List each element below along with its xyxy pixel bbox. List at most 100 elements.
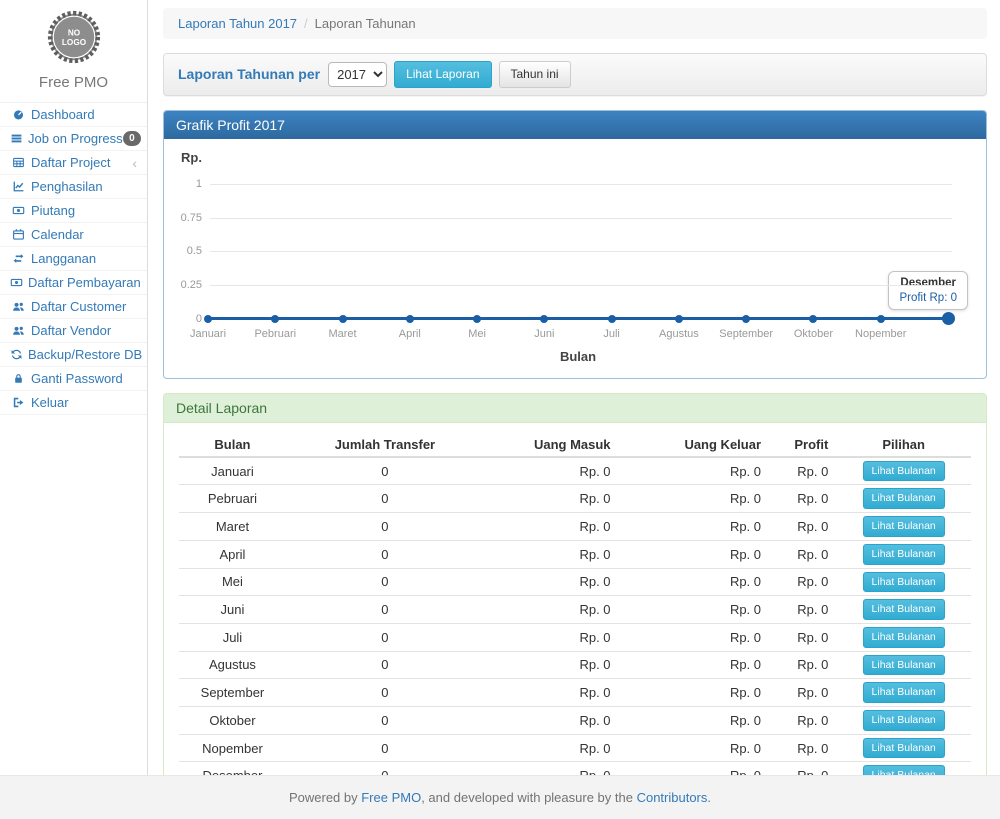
sidebar-item-daftar-vendor[interactable]: Daftar Vendor xyxy=(0,319,147,343)
cell-pilihan: Lihat Bulanan xyxy=(836,485,971,513)
users-icon xyxy=(10,300,26,313)
lock-icon xyxy=(10,372,26,385)
chart-point-april[interactable] xyxy=(406,315,414,323)
cell-pilihan: Lihat Bulanan xyxy=(836,706,971,734)
header-pilihan: Pilihan xyxy=(836,433,971,457)
lihat-bulanan-button[interactable]: Lihat Bulanan xyxy=(863,488,945,509)
sidebar-menu: Dashboard Job on Progress0Daftar Project‹… xyxy=(0,102,147,415)
cell-uang-keluar: Rp. 0 xyxy=(619,596,769,624)
lihat-bulanan-button[interactable]: Lihat Bulanan xyxy=(863,599,945,620)
detail-panel-title: Detail Laporan xyxy=(164,394,986,423)
sidebar-item-keluar[interactable]: Keluar xyxy=(0,391,147,415)
lihat-bulanan-button[interactable]: Lihat Bulanan xyxy=(863,655,945,676)
sidebar-item-daftar-pembayaran[interactable]: Daftar Pembayaran xyxy=(0,271,147,295)
cell-bulan: September xyxy=(179,679,286,707)
app-logo: NO LOGO xyxy=(0,0,147,69)
cell-pilihan: Lihat Bulanan xyxy=(836,457,971,485)
cell-pilihan: Lihat Bulanan xyxy=(836,762,971,775)
year-select[interactable]: 2017 xyxy=(328,62,387,87)
chart-point-maret[interactable] xyxy=(339,315,347,323)
cell-pilihan: Lihat Bulanan xyxy=(836,596,971,624)
chart-point-oktober[interactable] xyxy=(809,315,817,323)
lihat-laporan-button[interactable]: Lihat Laporan xyxy=(394,61,491,88)
sidebar-item-label: Daftar Pembayaran xyxy=(28,275,141,291)
cell-profit: Rp. 0 xyxy=(769,706,836,734)
cell-uang-masuk: Rp. 0 xyxy=(484,623,619,651)
chart-tooltip: Desember Profit Rp: 0 xyxy=(888,271,968,310)
chart-point-agustus[interactable] xyxy=(675,315,683,323)
cell-bulan: Agustus xyxy=(179,651,286,679)
cell-profit: Rp. 0 xyxy=(769,679,836,707)
lihat-bulanan-button[interactable]: Lihat Bulanan xyxy=(863,682,945,703)
breadcrumb-link-laporan-tahun[interactable]: Laporan Tahun 2017 xyxy=(178,16,297,31)
svg-text:NO: NO xyxy=(67,29,80,38)
table-row: Pebruari0Rp. 0Rp. 0Rp. 0Lihat Bulanan xyxy=(179,485,971,513)
cell-jumlah-transfer: 0 xyxy=(286,623,484,651)
sidebar-item-penghasilan[interactable]: Penghasilan xyxy=(0,175,147,199)
cell-uang-masuk: Rp. 0 xyxy=(484,513,619,541)
cell-uang-masuk: Rp. 0 xyxy=(484,679,619,707)
free-pmo-link[interactable]: Free PMO xyxy=(361,790,421,805)
y-tick-label: 1 xyxy=(164,178,202,190)
y-tick-label: 0.25 xyxy=(164,279,202,291)
sidebar-item-job-on-progress[interactable]: Job on Progress0 xyxy=(0,127,147,151)
sidebar-item-calendar[interactable]: Calendar xyxy=(0,223,147,247)
chart-point-juli[interactable] xyxy=(608,315,616,323)
cell-bulan: Mei xyxy=(179,568,286,596)
sidebar-item-daftar-customer[interactable]: Daftar Customer xyxy=(0,295,147,319)
table-row: Januari0Rp. 0Rp. 0Rp. 0Lihat Bulanan xyxy=(179,457,971,485)
sidebar-item-ganti-password[interactable]: Ganti Password xyxy=(0,367,147,391)
tahun-ini-button[interactable]: Tahun ini xyxy=(499,61,571,88)
sidebar-item-label: Penghasilan xyxy=(31,179,103,195)
sidebar-item-langganan[interactable]: Langganan xyxy=(0,247,147,271)
chart-point-juni[interactable] xyxy=(540,315,548,323)
sidebar-item-label: Daftar Customer xyxy=(31,299,126,315)
cell-jumlah-transfer: 0 xyxy=(286,679,484,707)
main-content: Laporan Tahun 2017/Laporan Tahunan Lapor… xyxy=(148,0,1000,775)
sidebar-item-label: Job on Progress xyxy=(28,131,123,147)
cell-pilihan: Lihat Bulanan xyxy=(836,513,971,541)
cell-bulan: Maret xyxy=(179,513,286,541)
sidebar-item-dashboard[interactable]: Dashboard xyxy=(0,103,147,127)
lihat-bulanan-button[interactable]: Lihat Bulanan xyxy=(863,544,945,565)
cell-jumlah-transfer: 0 xyxy=(286,540,484,568)
refresh-icon xyxy=(10,348,23,361)
lihat-bulanan-button[interactable]: Lihat Bulanan xyxy=(863,710,945,731)
sidebar-item-label: Piutang xyxy=(31,203,75,219)
chart-point-september[interactable] xyxy=(742,315,750,323)
chart-point-mei[interactable] xyxy=(473,315,481,323)
chart-gridline xyxy=(210,251,952,252)
dashboard-icon xyxy=(10,108,26,121)
table-row: Oktober0Rp. 0Rp. 0Rp. 0Lihat Bulanan xyxy=(179,706,971,734)
lihat-bulanan-button[interactable]: Lihat Bulanan xyxy=(863,738,945,759)
detail-report-panel: Detail Laporan Bulan Jumlah Transfer Uan… xyxy=(163,393,987,775)
cell-profit: Rp. 0 xyxy=(769,485,836,513)
sidebar-item-label: Dashboard xyxy=(31,107,95,123)
cell-uang-keluar: Rp. 0 xyxy=(619,651,769,679)
cell-bulan: Oktober xyxy=(179,706,286,734)
cell-uang-masuk: Rp. 0 xyxy=(484,457,619,485)
cell-uang-keluar: Rp. 0 xyxy=(619,762,769,775)
lihat-bulanan-button[interactable]: Lihat Bulanan xyxy=(863,461,945,482)
lihat-bulanan-button[interactable]: Lihat Bulanan xyxy=(863,627,945,648)
header-jumlah-transfer: Jumlah Transfer xyxy=(286,433,484,457)
cell-pilihan: Lihat Bulanan xyxy=(836,623,971,651)
chart-point-januari[interactable] xyxy=(204,315,212,323)
cell-jumlah-transfer: 0 xyxy=(286,651,484,679)
sidebar-item-backup-restore-db[interactable]: Backup/Restore DB xyxy=(0,343,147,367)
lihat-bulanan-button[interactable]: Lihat Bulanan xyxy=(863,765,945,775)
money-icon xyxy=(10,276,23,289)
lihat-bulanan-button[interactable]: Lihat Bulanan xyxy=(863,516,945,537)
cell-profit: Rp. 0 xyxy=(769,623,836,651)
chart-point-pebruari[interactable] xyxy=(271,315,279,323)
users-icon xyxy=(10,324,26,337)
chart-point-nopember[interactable] xyxy=(877,315,885,323)
contributors-link[interactable]: Contributors xyxy=(637,790,708,805)
sidebar-item-piutang[interactable]: Piutang xyxy=(0,199,147,223)
lihat-bulanan-button[interactable]: Lihat Bulanan xyxy=(863,572,945,593)
chart-point-desember[interactable] xyxy=(942,312,955,325)
cell-bulan: Pebruari xyxy=(179,485,286,513)
cell-pilihan: Lihat Bulanan xyxy=(836,651,971,679)
sidebar-item-daftar-project[interactable]: Daftar Project‹ xyxy=(0,151,147,175)
sidebar-item-label: Keluar xyxy=(31,395,69,411)
